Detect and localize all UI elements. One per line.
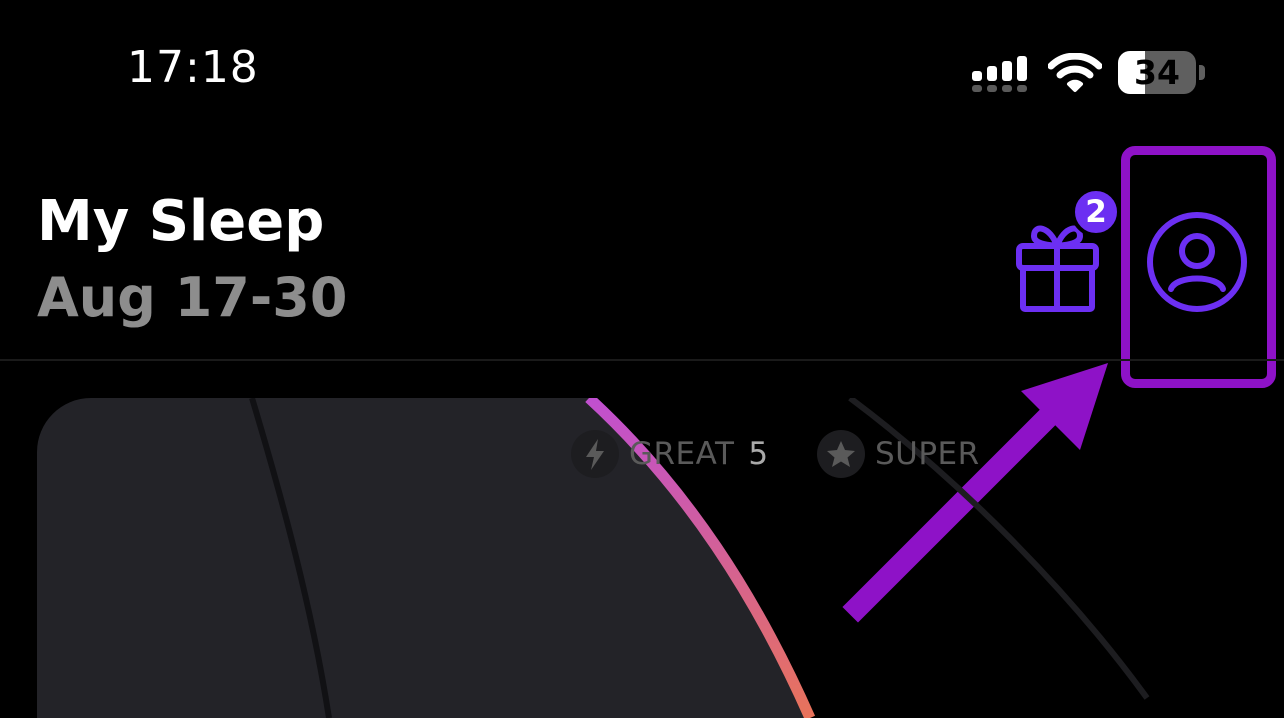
header-divider <box>0 359 1284 361</box>
lightning-icon <box>571 430 619 478</box>
page-title: My Sleep <box>37 189 325 254</box>
annotation-highlight-box <box>1121 146 1276 388</box>
cellular-signal-icon <box>972 56 1027 92</box>
wifi-icon <box>1048 53 1102 92</box>
date-range: Aug 17-30 <box>37 266 348 329</box>
status-bar-time: 17:18 <box>127 42 259 93</box>
filter-chip-great[interactable]: GREAT 5 <box>571 430 768 478</box>
filter-chip-count: 5 <box>748 435 769 472</box>
battery-indicator: 34 <box>1118 51 1206 95</box>
gift-notification-badge: 2 <box>1071 187 1121 237</box>
battery-percent: 34 <box>1134 53 1180 92</box>
star-icon <box>817 430 865 478</box>
filter-chip-label: SUPER <box>875 435 980 472</box>
filter-chip-super[interactable]: SUPER <box>817 430 980 478</box>
filter-chip-label: GREAT <box>629 435 735 472</box>
